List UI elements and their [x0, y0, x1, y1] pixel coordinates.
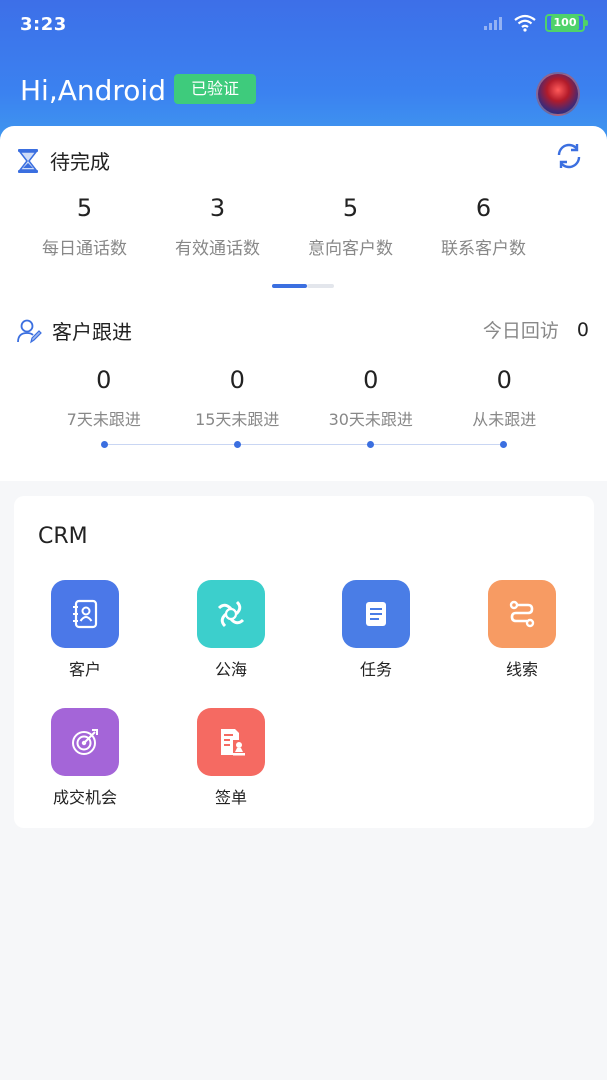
signal-icon — [484, 17, 502, 30]
tile-label: 成交机会 — [52, 788, 117, 807]
refresh-icon[interactable] — [555, 142, 583, 170]
route-icon — [488, 580, 556, 648]
todo-title: 待完成 — [50, 150, 110, 174]
timeline-dot — [100, 440, 108, 448]
stat-contacted-customers[interactable]: 6 联系客户数 — [417, 194, 550, 259]
followup-value: 0 — [96, 366, 112, 394]
followup-title: 客户跟进 — [52, 320, 132, 344]
battery-level: 100 — [550, 16, 580, 30]
followup-label: 7天未跟进 — [66, 410, 141, 429]
todo-stats: 5 每日通话数 3 有效通话数 5 意向客户数 6 联系客户数 — [18, 194, 607, 259]
followup-7-days[interactable]: 0 7天未跟进 — [37, 366, 171, 430]
stat-value: 6 — [475, 194, 492, 222]
stat-intent-customers[interactable]: 5 意向客户数 — [284, 194, 417, 259]
status-icons: 100 — [483, 14, 588, 32]
crm-tile-public-pool[interactable]: 公海 — [171, 580, 291, 680]
greeting-text: Hi,Android — [20, 74, 166, 107]
timeline-dot — [233, 440, 241, 448]
followup-never[interactable]: 0 从未跟进 — [438, 366, 572, 430]
stat-valid-calls[interactable]: 3 有效通话数 — [151, 194, 284, 259]
followup-header: 客户跟进 — [16, 316, 132, 345]
page-indicator-active — [272, 284, 307, 288]
contacts-book-icon — [51, 580, 119, 648]
today-visit[interactable]: 今日回访 0 — [483, 316, 589, 343]
wifi-icon — [514, 14, 536, 32]
today-visit-count: 0 — [576, 318, 589, 341]
followup-label: 30天未跟进 — [328, 410, 413, 429]
tile-label: 客户 — [68, 660, 101, 679]
crm-tile-opportunity[interactable]: 成交机会 — [25, 708, 145, 808]
followup-value: 0 — [496, 366, 512, 394]
stat-value: 3 — [209, 194, 226, 222]
battery-icon: 100 — [545, 14, 588, 32]
page-indicator-inactive — [307, 284, 334, 288]
status-bar: 3:23 100 — [0, 0, 607, 52]
target-icon — [51, 708, 119, 776]
stat-value: 5 — [342, 194, 359, 222]
status-time: 3:23 — [20, 14, 67, 35]
timeline-dot — [366, 440, 374, 448]
stat-value: 5 — [76, 194, 93, 222]
followup-stats: 0 7天未跟进 0 15天未跟进 0 30天未跟进 0 从未跟进 — [37, 366, 571, 430]
tile-label: 签单 — [214, 788, 247, 807]
stat-label: 意向客户数 — [308, 239, 393, 259]
followup-15-days[interactable]: 0 15天未跟进 — [171, 366, 305, 430]
stat-label: 有效通话数 — [175, 239, 260, 259]
followup-label: 15天未跟进 — [195, 410, 280, 429]
contract-stamp-icon — [197, 708, 265, 776]
task-list-icon — [342, 580, 410, 648]
followup-value: 0 — [363, 366, 379, 394]
tile-label: 线索 — [505, 660, 538, 679]
crm-tile-customer[interactable]: 客户 — [25, 580, 145, 680]
crm-title: CRM — [38, 524, 88, 549]
timeline-dot — [499, 440, 507, 448]
tile-label: 任务 — [359, 660, 392, 679]
crm-card: CRM 客户 公海 任务 线索 成交机会 签单 — [14, 496, 594, 828]
swirl-icon — [197, 580, 265, 648]
followup-label: 从未跟进 — [472, 410, 537, 429]
page-indicator — [272, 284, 334, 288]
stat-daily-calls[interactable]: 5 每日通话数 — [18, 194, 151, 259]
crm-tile-task[interactable]: 任务 — [316, 580, 436, 680]
tile-label: 公海 — [214, 660, 247, 679]
crm-tile-leads[interactable]: 线索 — [462, 580, 582, 680]
todo-card: 待完成 5 每日通话数 3 有效通话数 5 意向客户数 6 联系客户数 客户跟进… — [0, 126, 607, 481]
followup-value: 0 — [229, 366, 245, 394]
hourglass-icon — [18, 148, 38, 173]
avatar[interactable] — [536, 72, 580, 116]
verified-badge: 已验证 — [174, 74, 257, 104]
followup-30-days[interactable]: 0 30天未跟进 — [304, 366, 438, 430]
today-visit-label: 今日回访 — [482, 320, 559, 342]
followup-timeline — [100, 440, 507, 448]
user-edit-icon — [17, 319, 42, 343]
stat-label: 每日通话数 — [42, 239, 127, 259]
crm-tile-contract[interactable]: 签单 — [171, 708, 291, 808]
stat-label: 联系客户数 — [441, 239, 526, 259]
todo-header: 待完成 — [16, 146, 110, 175]
